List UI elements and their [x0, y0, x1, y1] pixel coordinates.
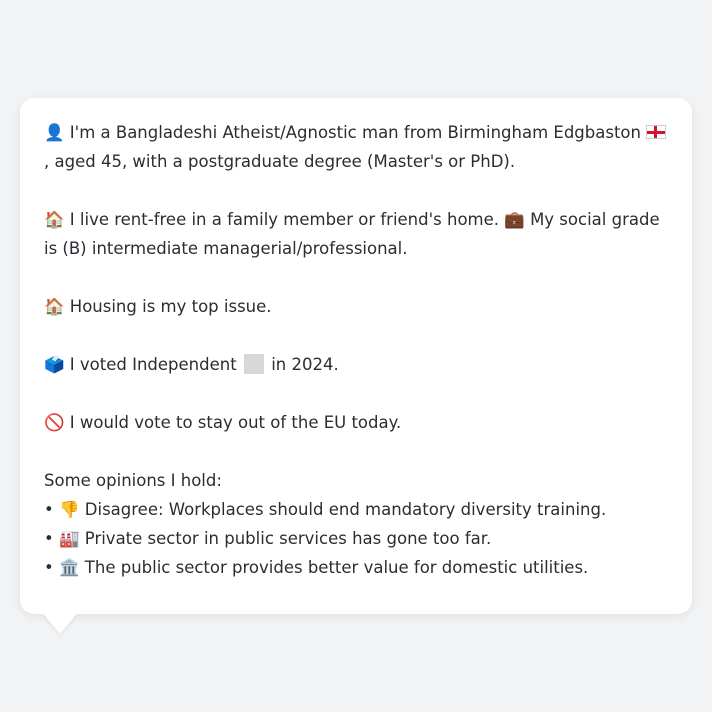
speech-bubble-tail [42, 612, 78, 634]
intro-paragraph: 👤 I'm a Bangladeshi Atheist/Agnostic man… [44, 118, 668, 176]
vote-text: I voted Independent [69, 355, 237, 374]
house-icon: 🏠 [44, 210, 65, 229]
housing-text: I live rent-free in a family member or f… [69, 210, 500, 229]
top-issue-text: Housing is my top issue. [69, 297, 272, 316]
list-item: 🏭 Private sector in public services has … [44, 524, 668, 553]
vote-paragraph: 🗳️ I voted Independent in 2024. [44, 350, 668, 379]
list-item: 🏛️ The public sector provides better val… [44, 553, 668, 582]
opinions-list: 👎 Disagree: Workplaces should end mandat… [44, 495, 668, 582]
factory-icon: 🏭 [58, 529, 80, 548]
top-issue-paragraph: 🏠 Housing is my top issue. [44, 292, 668, 321]
prohibited-icon: 🚫 [44, 413, 65, 432]
intro-text: I'm a Bangladeshi Atheist/Agnostic man f… [69, 123, 641, 142]
vote-year-text: in 2024. [271, 355, 339, 374]
intro-text-continued: , aged 45, with a postgraduate degree (M… [44, 152, 516, 171]
profile-speech-bubble: 👤 I'm a Bangladeshi Atheist/Agnostic man… [20, 98, 692, 614]
list-item: 👎 Disagree: Workplaces should end mandat… [44, 495, 668, 524]
classical-building-icon: 🏛️ [58, 558, 80, 577]
opinions-heading: Some opinions I hold: [44, 471, 222, 490]
eu-text: I would vote to stay out of the EU today… [69, 413, 402, 432]
thumbs-down-icon: 👎 [58, 500, 80, 519]
ballot-box-icon: 🗳️ [44, 355, 65, 374]
party-placeholder-icon [243, 354, 264, 374]
opinion-text: Private sector in public services has go… [84, 529, 492, 548]
opinion-text: Disagree: Workplaces should end mandator… [84, 500, 607, 519]
eu-paragraph: 🚫 I would vote to stay out of the EU tod… [44, 408, 668, 437]
briefcase-icon: 💼 [504, 210, 525, 229]
housing-situation-paragraph: 🏠 I live rent-free in a family member or… [44, 205, 668, 263]
opinion-text: The public sector provides better value … [84, 558, 589, 577]
england-flag-icon [646, 125, 667, 139]
house-icon: 🏠 [44, 297, 65, 316]
person-icon: 👤 [44, 123, 65, 142]
